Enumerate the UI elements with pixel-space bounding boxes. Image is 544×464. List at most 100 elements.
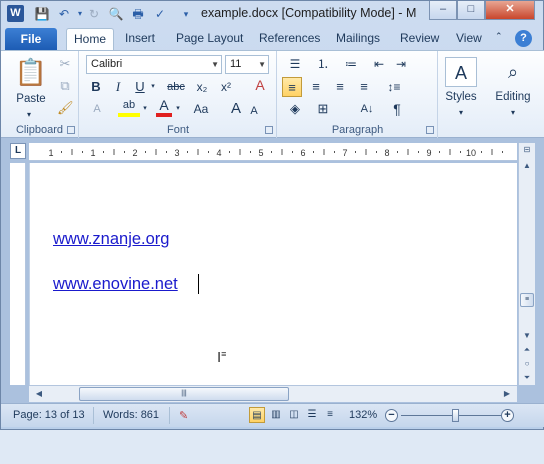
outline-view-icon[interactable]: ☰ <box>304 407 320 423</box>
highlight-dropdown-icon[interactable]: ▾ <box>140 99 150 119</box>
scroll-right-icon[interactable]: ▶ <box>499 387 515 401</box>
increase-indent-icon[interactable]: ⇥ <box>392 54 410 74</box>
paragraph-launcher-icon[interactable] <box>426 126 434 134</box>
horizontal-scrollbar[interactable]: ◀ ||| ▶ <box>29 385 517 402</box>
grow-font-button[interactable]: A <box>228 99 244 119</box>
horizontal-scroll-thumb[interactable]: ||| <box>79 387 289 401</box>
justify-button[interactable]: ≡ <box>354 77 374 97</box>
editing-dropdown-icon[interactable]: ▾ <box>505 103 521 123</box>
vertical-scrollbar[interactable]: ⊟ ▲ ≡ ▼ ⏶ ○ ⏷ <box>518 143 535 385</box>
clipboard-launcher-icon[interactable] <box>67 126 75 134</box>
align-center-button[interactable]: ≡ <box>306 77 326 97</box>
maximize-button[interactable]: □ <box>457 1 485 20</box>
vertical-scroll-thumb[interactable]: ≡ <box>520 293 534 307</box>
copy-icon[interactable]: ⧉ <box>57 76 73 96</box>
editing-button[interactable]: Editing <box>485 91 541 103</box>
editing-group[interactable]: ⌕ Editing ▾ <box>485 51 541 138</box>
superscript-button[interactable]: x² <box>216 77 236 97</box>
word-app-icon[interactable]: W <box>7 5 24 22</box>
format-painter-icon[interactable]: 🖌 <box>57 98 74 118</box>
change-case-button[interactable]: Aa <box>188 99 214 119</box>
draft-view-icon[interactable]: ≡ <box>322 407 338 423</box>
styles-gallery-icon[interactable]: A <box>445 57 477 87</box>
zoom-slider[interactable] <box>401 415 501 416</box>
subscript-button[interactable]: x₂ <box>192 77 212 97</box>
help-icon[interactable]: ? <box>515 30 532 47</box>
print-icon[interactable]: 🖶 <box>129 5 147 23</box>
proofing-icon[interactable]: ✎ <box>179 409 188 422</box>
shading-icon[interactable]: ◈ <box>284 99 306 119</box>
previous-page-icon[interactable]: ⏶ <box>519 343 535 357</box>
spelling-icon[interactable]: ✓ <box>151 5 169 23</box>
binoculars-icon[interactable]: ⌕ <box>497 57 529 87</box>
bold-button[interactable]: B <box>88 77 104 97</box>
font-color-dropdown-icon[interactable]: ▾ <box>173 99 183 119</box>
italic-button[interactable]: I <box>110 77 126 97</box>
scroll-down-icon[interactable]: ▼ <box>519 329 535 343</box>
font-size-combo[interactable]: 11 ▼ <box>225 55 269 74</box>
zoom-level[interactable]: 132% <box>349 409 377 421</box>
shrink-font-button[interactable]: A <box>246 101 262 121</box>
multilevel-list-icon[interactable]: ≔ <box>340 54 362 74</box>
show-marks-button[interactable]: ¶ <box>388 99 406 119</box>
cut-icon[interactable]: ✂ <box>57 54 73 74</box>
customize-qat-icon[interactable]: ▾ <box>177 5 195 23</box>
scroll-left-icon[interactable]: ◀ <box>31 387 47 401</box>
next-page-icon[interactable]: ⏷ <box>519 371 535 385</box>
bullets-icon[interactable]: ☰ <box>284 54 306 74</box>
styles-group[interactable]: A Styles ▾ <box>439 51 483 138</box>
styles-button[interactable]: Styles <box>439 91 483 103</box>
scroll-up-icon[interactable]: ▲ <box>519 159 535 173</box>
tab-references[interactable]: References <box>259 31 320 45</box>
tab-selector-icon[interactable]: L <box>10 143 26 159</box>
web-layout-view-icon[interactable]: ◫ <box>286 407 302 423</box>
tab-page-layout[interactable]: Page Layout <box>176 31 243 45</box>
align-right-button[interactable]: ≡ <box>330 77 350 97</box>
tab-file[interactable]: File <box>5 28 57 50</box>
redo-icon[interactable]: ↻ <box>85 5 103 23</box>
select-browse-object-icon[interactable]: ○ <box>519 357 535 371</box>
save-icon[interactable]: 💾 <box>33 5 51 23</box>
page-count-status[interactable]: Page: 13 of 13 <box>13 409 85 421</box>
document-link-2[interactable]: www.enovine.net <box>53 275 178 294</box>
tab-review[interactable]: Review <box>400 31 439 45</box>
minimize-ribbon-icon[interactable]: ⌃ <box>495 31 503 42</box>
tab-mailings[interactable]: Mailings <box>336 31 380 45</box>
align-left-button[interactable]: ≡ <box>282 77 302 97</box>
strikethrough-button[interactable]: abc <box>164 77 188 97</box>
ruler-toggle-icon[interactable]: ⊟ <box>519 143 535 157</box>
font-launcher-icon[interactable] <box>265 126 273 134</box>
print-preview-icon[interactable]: 🔍 <box>107 5 125 23</box>
zoom-out-icon[interactable]: − <box>385 409 398 422</box>
paste-icon[interactable]: 📋 <box>13 55 49 89</box>
borders-icon[interactable]: ⊞ <box>312 99 334 119</box>
paste-dropdown-icon[interactable]: ▾ <box>27 105 31 125</box>
horizontal-ruler[interactable]: 1 1 2 3 4 5 6 7 8 9 10 <box>29 143 517 161</box>
vertical-ruler[interactable] <box>10 163 26 385</box>
sort-button[interactable]: A↓ <box>356 99 378 119</box>
zoom-in-icon[interactable]: + <box>501 409 514 422</box>
highlight-color-button[interactable]: ab <box>118 97 140 117</box>
line-spacing-icon[interactable]: ↕≡ <box>382 77 406 97</box>
zoom-slider-thumb[interactable] <box>452 409 459 422</box>
document-link-1[interactable]: www.znanje.org <box>53 230 169 249</box>
minimize-button[interactable]: – <box>429 1 457 20</box>
styles-dropdown-icon[interactable]: ▾ <box>453 103 469 123</box>
clear-formatting-icon[interactable]: A <box>250 75 270 95</box>
underline-dropdown-icon[interactable]: ▾ <box>148 77 158 97</box>
print-layout-view-icon[interactable]: ▤ <box>249 407 265 423</box>
numbering-icon[interactable]: ⒈ <box>312 54 334 74</box>
decrease-indent-icon[interactable]: ⇤ <box>370 54 388 74</box>
full-screen-reading-view-icon[interactable]: ▥ <box>268 407 284 423</box>
underline-button[interactable]: U <box>132 77 148 97</box>
tab-home[interactable]: Home <box>66 28 114 52</box>
font-family-combo[interactable]: Calibri ▼ <box>86 55 222 74</box>
tab-insert[interactable]: Insert <box>125 31 155 45</box>
close-button[interactable]: ✕ <box>485 1 535 20</box>
tab-view[interactable]: View <box>456 31 482 45</box>
word-count-status[interactable]: Words: 861 <box>103 409 159 421</box>
text-effects-icon[interactable]: A <box>88 99 106 119</box>
document-page[interactable] <box>29 163 517 385</box>
font-color-button[interactable]: A <box>156 97 172 117</box>
paste-button[interactable]: Paste <box>1 93 61 105</box>
